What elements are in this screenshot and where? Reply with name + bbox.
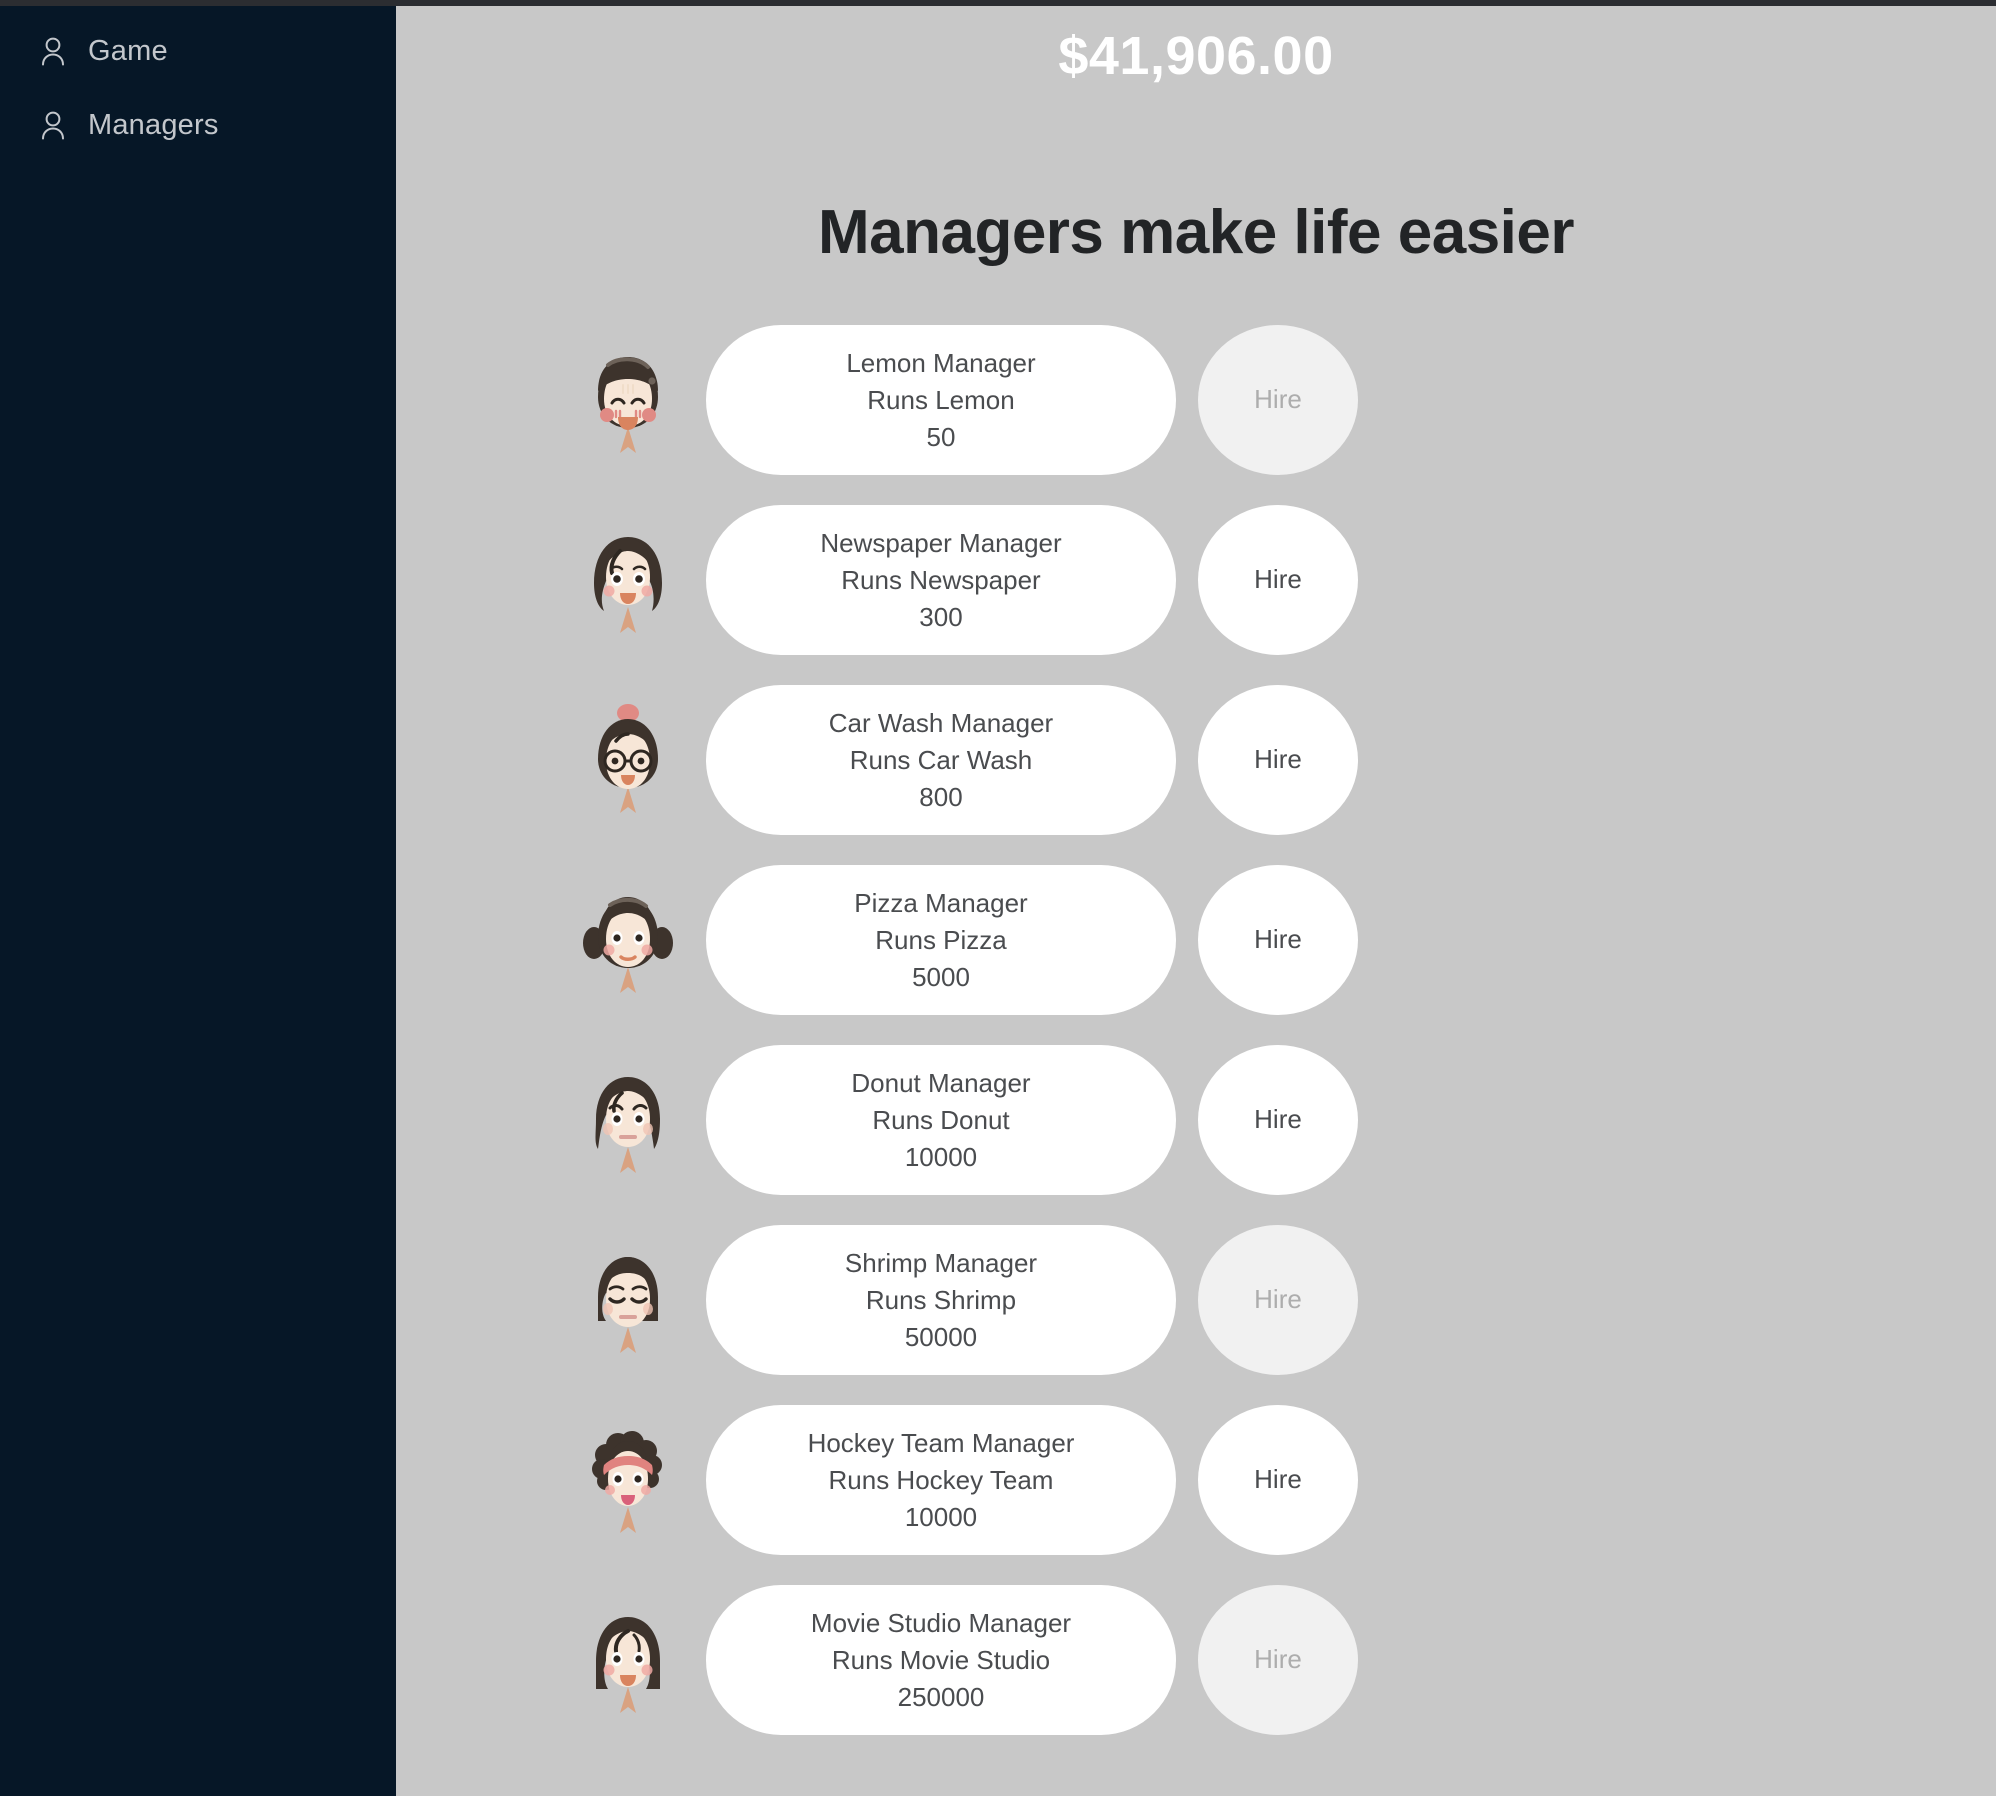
manager-runs: Runs Pizza bbox=[875, 924, 1007, 955]
manager-card[interactable]: Lemon Manager Runs Lemon 50 bbox=[706, 324, 1176, 475]
page-title: Managers make life easier bbox=[817, 197, 1575, 267]
manager-name: Newspaper Manager bbox=[820, 527, 1062, 558]
manager-cost: 5000 bbox=[912, 961, 970, 992]
sidebar: Game Managers bbox=[0, 0, 396, 1796]
manager-name: Lemon Manager bbox=[846, 347, 1036, 378]
hire-button[interactable]: Hire bbox=[1198, 864, 1358, 1015]
manager-card[interactable]: Shrimp Manager Runs Shrimp 50000 bbox=[706, 1224, 1176, 1375]
manager-runs: Runs Movie Studio bbox=[831, 1644, 1051, 1675]
manager-card[interactable]: Donut Manager Runs Donut 10000 bbox=[706, 1044, 1176, 1195]
app-root: Game Managers $41,906.00 Managers make l… bbox=[0, 0, 1996, 1796]
manager-runs: Runs Car Wash bbox=[849, 744, 1033, 775]
sidebar-item-managers-label: Managers bbox=[88, 108, 219, 141]
manager-name: Car Wash Manager bbox=[828, 707, 1054, 738]
manager-row: Donut Manager Runs Donut 10000 Hire bbox=[396, 1040, 1996, 1200]
main-content: $41,906.00 Managers make life easier Lem… bbox=[396, 0, 1996, 1796]
manager-name: Donut Manager bbox=[851, 1067, 1031, 1098]
manager-row: Lemon Manager Runs Lemon 50 Hire bbox=[396, 320, 1996, 480]
manager-cost: 10000 bbox=[904, 1141, 978, 1172]
manager-row: Car Wash Manager Runs Car Wash 800 Hire bbox=[396, 680, 1996, 840]
hire-button[interactable]: Hire bbox=[1198, 504, 1358, 655]
manager-row: Pizza Manager Runs Pizza 5000 Hire bbox=[396, 860, 1996, 1020]
avatar-curly-headband bbox=[582, 1421, 674, 1539]
manager-runs: Runs Hockey Team bbox=[828, 1464, 1054, 1495]
managers-list: Lemon Manager Runs Lemon 50 Hire Newspap… bbox=[396, 320, 1996, 1740]
manager-runs: Runs Donut bbox=[872, 1104, 1010, 1135]
manager-cost: 300 bbox=[919, 601, 963, 632]
avatar-long-side-bangs bbox=[582, 1601, 674, 1719]
hire-button[interactable]: Hire bbox=[1198, 1224, 1358, 1375]
manager-name: Pizza Manager bbox=[854, 887, 1028, 918]
manager-name: Hockey Team Manager bbox=[807, 1427, 1075, 1458]
manager-card[interactable]: Car Wash Manager Runs Car Wash 800 bbox=[706, 684, 1176, 835]
avatar-bob-closed-eyes bbox=[582, 1241, 674, 1359]
manager-row: Movie Studio Manager Runs Movie Studio 2… bbox=[396, 1580, 1996, 1740]
manager-runs: Runs Lemon bbox=[867, 384, 1015, 415]
manager-runs: Runs Newspaper bbox=[841, 564, 1041, 595]
manager-cost: 250000 bbox=[897, 1681, 985, 1712]
avatar-bun-glasses bbox=[582, 701, 674, 819]
sidebar-item-managers[interactable]: Managers bbox=[0, 88, 396, 162]
manager-runs: Runs Shrimp bbox=[865, 1284, 1017, 1315]
manager-name: Movie Studio Manager bbox=[810, 1607, 1072, 1638]
avatar-bob-bangs-blush bbox=[582, 341, 674, 459]
window-top-strip bbox=[0, 0, 1996, 6]
person-icon bbox=[40, 36, 66, 66]
hire-button[interactable]: Hire bbox=[1198, 1584, 1358, 1735]
avatar-pigtails bbox=[582, 881, 674, 999]
hire-button[interactable]: Hire bbox=[1198, 684, 1358, 835]
avatar-straight-frown bbox=[582, 1061, 674, 1179]
hire-button[interactable]: Hire bbox=[1198, 324, 1358, 475]
manager-row: Hockey Team Manager Runs Hockey Team 100… bbox=[396, 1400, 1996, 1560]
person-icon bbox=[40, 110, 66, 140]
avatar-wavy-long bbox=[582, 521, 674, 639]
manager-name: Shrimp Manager bbox=[844, 1247, 1038, 1278]
hire-button[interactable]: Hire bbox=[1198, 1044, 1358, 1195]
sidebar-item-game[interactable]: Game bbox=[0, 14, 396, 88]
manager-cost: 10000 bbox=[904, 1501, 978, 1532]
manager-cost: 50 bbox=[926, 421, 956, 452]
money-balance: $41,906.00 bbox=[1058, 26, 1334, 86]
manager-card[interactable]: Pizza Manager Runs Pizza 5000 bbox=[706, 864, 1176, 1015]
manager-card[interactable]: Newspaper Manager Runs Newspaper 300 bbox=[706, 504, 1176, 655]
manager-cost: 50000 bbox=[904, 1321, 978, 1352]
manager-row: Newspaper Manager Runs Newspaper 300 Hir… bbox=[396, 500, 1996, 660]
hire-button[interactable]: Hire bbox=[1198, 1404, 1358, 1555]
manager-cost: 800 bbox=[919, 781, 963, 812]
manager-card[interactable]: Hockey Team Manager Runs Hockey Team 100… bbox=[706, 1404, 1176, 1555]
manager-card[interactable]: Movie Studio Manager Runs Movie Studio 2… bbox=[706, 1584, 1176, 1735]
manager-row: Shrimp Manager Runs Shrimp 50000 Hire bbox=[396, 1220, 1996, 1380]
sidebar-item-game-label: Game bbox=[88, 34, 168, 67]
